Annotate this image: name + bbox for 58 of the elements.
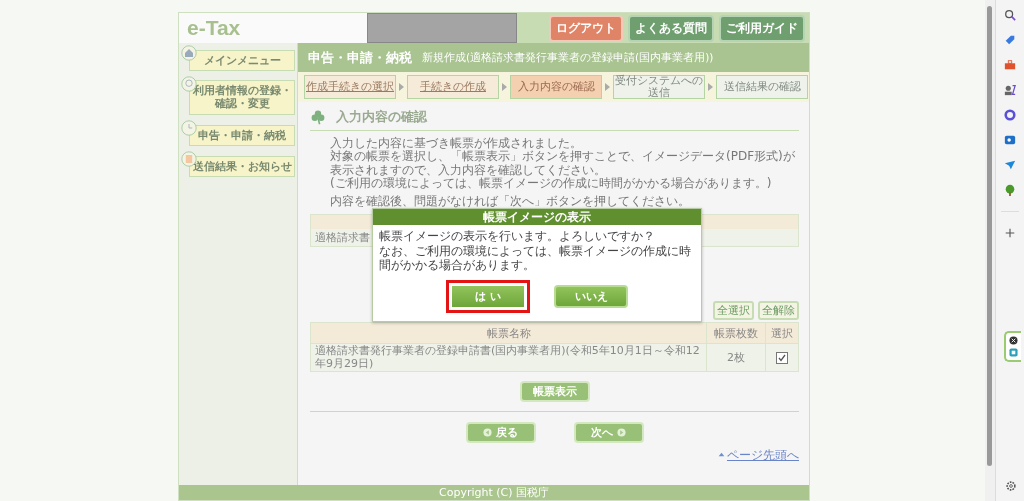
- sidebar-menu-button[interactable]: メインメニュー: [189, 50, 295, 72]
- close-icon[interactable]: [1009, 336, 1018, 345]
- step-arrow-icon: [605, 83, 610, 91]
- clover-icon: [310, 109, 326, 125]
- step-arrow-icon: [399, 83, 404, 91]
- ring-icon[interactable]: [1004, 109, 1016, 121]
- step-indicator[interactable]: 作成手続きの選択: [304, 75, 396, 99]
- select-toggle-button[interactable]: 全解除: [758, 301, 799, 321]
- step-indicator: 送信結果の確認: [716, 75, 808, 99]
- step-indicator: 受付システムへの送信: [613, 75, 705, 99]
- instruction-text: 入力した内容に基づき帳票が作成されました。: [330, 137, 583, 150]
- section-heading: 入力内容の確認: [336, 108, 427, 126]
- step-indicator[interactable]: 手続きの作成: [407, 75, 499, 99]
- header-button[interactable]: ご利用ガイド: [719, 14, 805, 42]
- table-cell: 適格請求書: [315, 230, 370, 246]
- nav-button[interactable]: 戻る: [465, 422, 536, 444]
- page-top-link[interactable]: ページ先頭へ: [727, 447, 799, 465]
- nav-button[interactable]: 次へ: [573, 422, 644, 444]
- page-subtitle: 新規作成(適格請求書発行事業者の登録申請(国内事業者用)): [422, 50, 714, 65]
- scrollbar[interactable]: [985, 0, 995, 501]
- sidebar-menu-button[interactable]: 利用者情報の登録・確認・変更: [189, 80, 295, 115]
- step-arrow-icon: [708, 83, 713, 91]
- right-arrow-icon: [617, 428, 626, 438]
- search-icon[interactable]: [1004, 9, 1016, 21]
- sidebar-menu-button[interactable]: 申告・申請・納税: [189, 124, 295, 146]
- sidebar-menu-button[interactable]: 送信結果・お知らせ: [189, 155, 295, 177]
- instruction-text: (ご利用の環境によっては、帳票イメージの作成に時間がかかる場合があります。): [330, 177, 773, 191]
- add-icon[interactable]: [1004, 227, 1016, 239]
- tree-icon[interactable]: [1004, 184, 1016, 196]
- paper-plane-icon[interactable]: [1004, 159, 1016, 171]
- tag-icon[interactable]: [1004, 34, 1016, 46]
- checkbox[interactable]: [776, 351, 788, 364]
- dialog-button[interactable]: は い: [446, 280, 530, 314]
- dialog-message: 帳票イメージの表示を行います。よろしいですか？: [379, 229, 656, 244]
- page-title: 申告・申請・納税: [308, 48, 412, 67]
- toolbox-icon[interactable]: [1004, 59, 1016, 71]
- instruction-text: 内容を確認後、問題がなければ「次へ」ボタンを押してください。: [330, 194, 691, 209]
- instruction-text: 対象の帳票を選択し、「帳票表示」ボタンを押すことで、イメージデータ(PDF形式)が表示されますので、入力内容を確認してください。: [330, 150, 796, 178]
- show-form-button[interactable]: 帳票表示: [519, 381, 590, 403]
- etax-logo: e-Tax: [186, 16, 242, 40]
- left-arrow-icon: [483, 428, 492, 438]
- dialog-message: なお、ご利用の環境によっては、帳票イメージの作成に時間がかかる場合があります。: [379, 243, 692, 273]
- table-cell: 適格請求書発行事業者の登録申請書(国内事業者用)(令和5年10月1日～令和12年9月29日): [310, 343, 707, 372]
- column-header: 選択: [765, 322, 799, 344]
- settings-icon[interactable]: [1005, 480, 1017, 492]
- step-indicator: 入力内容の確認: [510, 75, 602, 99]
- step-arrow-icon: [502, 83, 507, 91]
- copyright-text: Copyright (C) 国税庁: [439, 485, 549, 500]
- square-icon[interactable]: [1009, 348, 1018, 357]
- header-button[interactable]: よくある質問: [628, 14, 714, 42]
- mail-icon[interactable]: [1004, 134, 1016, 146]
- dialog-button[interactable]: いいえ: [554, 285, 628, 309]
- select-toggle-button[interactable]: 全選択: [713, 301, 754, 321]
- header-button[interactable]: ログアウト: [549, 14, 623, 42]
- table-cell: 2枚: [706, 343, 766, 372]
- column-header: 帳票名称: [310, 322, 707, 344]
- dialog-title: 帳票イメージの表示: [373, 209, 701, 226]
- column-header: 帳票枚数: [706, 322, 766, 344]
